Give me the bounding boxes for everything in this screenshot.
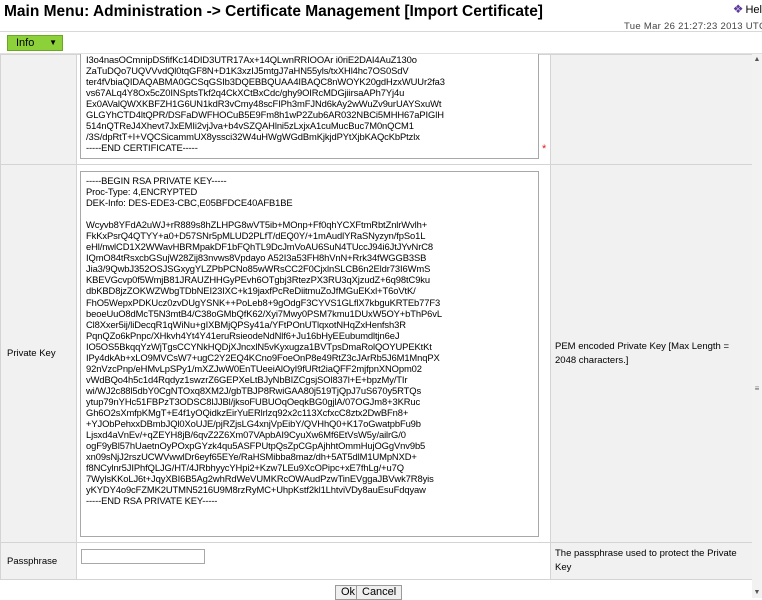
certificate-row: I3o4nasOCmnipDSfifKc14DID3UTR17Ax+14QLwn…	[0, 54, 752, 165]
page-title: Main Menu: Administration -> Certificate…	[4, 3, 543, 20]
help-icon: ❖	[732, 2, 744, 16]
action-bar: Ok Cancel	[0, 584, 752, 600]
help-label: Hel	[745, 4, 762, 16]
scroll-down-arrow-icon[interactable]: ▼	[752, 589, 762, 596]
info-dropdown-button[interactable]: Info ▼	[7, 35, 63, 51]
private-key-field-cell: -----BEGIN RSA PRIVATE KEY----- Proc-Typ…	[76, 164, 551, 543]
private-key-textarea[interactable]: -----BEGIN RSA PRIVATE KEY----- Proc-Typ…	[80, 171, 539, 537]
content-area: I3o4nasOCmnipDSfifKc14DID3UTR17Ax+14QLwn…	[0, 54, 752, 598]
passphrase-row: Passphrase The passphrase used to protec…	[0, 542, 752, 580]
chevron-down-icon: ▼	[49, 38, 57, 47]
import-form: I3o4nasOCmnipDSfifKc14DID3UTR17Ax+14QLwn…	[0, 54, 752, 580]
private-key-label: Private Key	[0, 164, 77, 543]
certificate-help-cell	[550, 54, 752, 165]
passphrase-help: The passphrase used to protect the Priva…	[550, 542, 752, 580]
private-key-help: PEM encoded Private Key [Max Length = 20…	[550, 164, 752, 543]
certificate-textarea[interactable]: I3o4nasOCmnipDSfifKc14DID3UTR17Ax+14QLwn…	[80, 54, 539, 159]
help-link[interactable]: ❖ Hel	[733, 2, 762, 16]
private-key-row: Private Key -----BEGIN RSA PRIVATE KEY--…	[0, 164, 752, 543]
required-marker: *	[542, 143, 547, 155]
info-label: Info	[16, 37, 35, 49]
passphrase-field-cell	[76, 542, 551, 580]
certificate-field-cell: I3o4nasOCmnipDSfifKc14DID3UTR17Ax+14QLwn…	[76, 54, 551, 165]
vertical-scrollbar[interactable]: ▲ ≡ ▼	[752, 54, 762, 598]
title-bar: Main Menu: Administration -> Certificate…	[0, 0, 762, 32]
passphrase-input[interactable]	[81, 549, 205, 564]
certificate-label-cell	[0, 54, 77, 165]
scroll-grip-icon[interactable]: ≡	[753, 384, 761, 393]
scroll-up-arrow-icon[interactable]: ▲	[752, 56, 762, 63]
toolbar: Info ▼	[0, 32, 762, 54]
timestamp: Tue Mar 26 21:27:23 2013 UTC	[624, 21, 762, 32]
passphrase-label: Passphrase	[0, 542, 77, 580]
